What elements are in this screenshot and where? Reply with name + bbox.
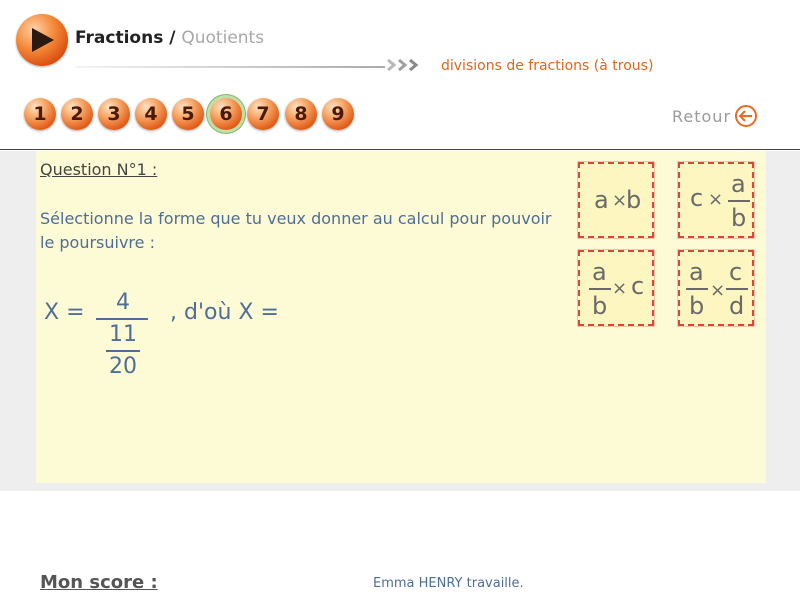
play-arrow-icon (16, 14, 68, 66)
expression-denominator-denominator: 20 (109, 354, 137, 379)
question-nav-4[interactable]: 4 (135, 98, 167, 130)
times-symbol: × (612, 278, 628, 299)
chevron-triple-right-icon (387, 58, 419, 72)
section-subtitle: divisions de fractions (à trous) (441, 58, 654, 74)
times-symbol: × (708, 189, 724, 210)
choice-symbol-b: b (592, 292, 608, 320)
choice-a-over-b-times-c[interactable]: a b × c (578, 250, 654, 326)
status-text: Emma HENRY travaille. (373, 576, 524, 591)
title-subtitle: Quotients (181, 28, 265, 48)
choice-symbol-a: a (592, 258, 607, 286)
question-nav-8[interactable]: 8 (285, 98, 317, 130)
fraction-bar-main (96, 318, 148, 320)
choice-a-over-b-times-c-over-d[interactable]: a b × c d (678, 250, 754, 326)
choice-symbol-b: b (731, 204, 747, 232)
arrow-left-circle-icon (735, 105, 758, 127)
expression-numerator: 4 (116, 290, 130, 315)
expression-lhs: X = (44, 300, 85, 325)
question-prompt: Sélectionne la forme que tu veux donner … (40, 209, 552, 252)
score-label: Mon score : (40, 572, 158, 593)
question-label: Question N°1 : (40, 160, 158, 179)
fraction-bar-sub (106, 350, 140, 352)
choice-symbol-c: c (631, 272, 645, 300)
title-rule (75, 66, 385, 68)
fraction-bar (686, 288, 708, 290)
question-nav-1[interactable]: 1 (24, 98, 56, 130)
choice-symbol-c: c (690, 184, 704, 212)
times-symbol: × (612, 190, 628, 211)
fraction-bar (589, 288, 611, 290)
question-nav-7[interactable]: 7 (247, 98, 279, 130)
choice-symbol-a: a (731, 170, 746, 198)
choice-symbol-a: a (594, 186, 609, 214)
choice-symbol-c: c (729, 258, 743, 286)
choice-c-times-a-over-b[interactable]: c × a b (678, 162, 754, 238)
page-title: Fractions / Quotients (75, 28, 264, 48)
choice-symbol-b: b (626, 186, 642, 214)
retour-label: Retour (672, 106, 732, 126)
question-nav-6[interactable]: 6 (210, 98, 242, 130)
retour-button[interactable]: Retour (672, 105, 758, 127)
choice-a-times-b[interactable]: a × b (578, 162, 654, 238)
question-nav-5[interactable]: 5 (172, 98, 204, 130)
expression-denominator-numerator: 11 (109, 322, 137, 347)
question-nav-3[interactable]: 3 (98, 98, 130, 130)
choice-symbol-d: d (729, 292, 745, 320)
title-main: Fractions (75, 28, 164, 48)
title-separator: / (169, 28, 176, 48)
question-nav-2[interactable]: 2 (61, 98, 93, 130)
question-nav-9[interactable]: 9 (322, 98, 354, 130)
header: Fractions / Quotients divisions de fract… (0, 0, 800, 150)
times-symbol: × (710, 280, 726, 301)
question-area (36, 151, 766, 483)
choice-symbol-a: a (689, 258, 704, 286)
choice-symbol-b: b (689, 292, 705, 320)
fraction-bar (726, 288, 748, 290)
expression-tail: , d'où X = (170, 300, 279, 325)
fraction-bar (728, 200, 750, 202)
